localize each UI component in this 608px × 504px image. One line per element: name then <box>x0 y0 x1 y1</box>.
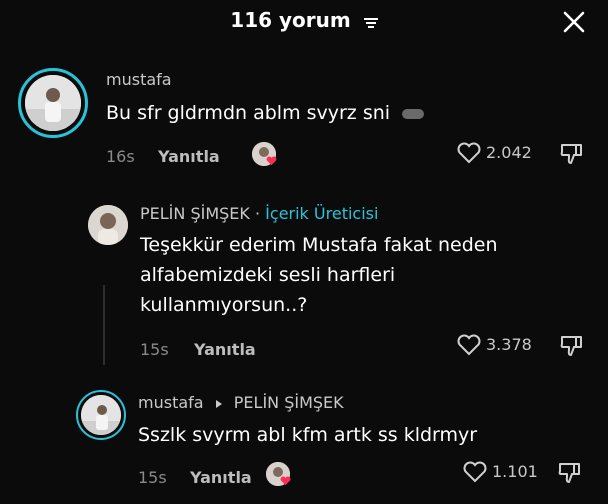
close-icon[interactable] <box>558 6 590 38</box>
creator-badge: İçerik Üreticisi <box>265 204 379 223</box>
reply-button[interactable]: Yanıtla <box>158 147 220 166</box>
heart-outline-icon[interactable] <box>462 460 488 488</box>
heart-outline-icon[interactable] <box>456 333 482 361</box>
like-count: 3.378 <box>486 335 532 354</box>
avatar[interactable] <box>18 68 88 138</box>
reply-arrow-icon <box>215 394 223 413</box>
heart-outline-icon[interactable] <box>456 141 482 169</box>
reply-button[interactable]: Yanıtla <box>190 468 252 487</box>
thread-line <box>103 285 105 365</box>
comment-text: Teşekkür ederim Mustafa fakat neden alfa… <box>140 230 498 320</box>
avatar[interactable] <box>76 390 126 440</box>
dislike-icon[interactable] <box>556 459 584 491</box>
comment-username-line: mustafa PELİN ŞİMŞEK <box>138 393 344 413</box>
comment-username-line: PELİN ŞİMŞEK · İçerik Üreticisi <box>140 204 378 223</box>
dislike-icon[interactable] <box>558 140 586 172</box>
dislike-icon[interactable] <box>558 332 586 364</box>
like-count: 1.101 <box>492 462 538 481</box>
comment-time: 15s <box>140 340 169 359</box>
comments-header: 116 yorum <box>0 8 608 34</box>
comment-text: Sszlk svyrm abl kfm artk ss kldrmyr <box>138 424 478 446</box>
comment-text: Bu sfr gldrmdn ablm svyrz sni <box>106 98 425 128</box>
separator-dot: · <box>254 204 261 223</box>
creator-liked-icon <box>266 462 291 486</box>
comment-username[interactable]: mustafa <box>106 70 172 89</box>
comment-username[interactable]: PELİN ŞİMŞEK <box>140 204 250 223</box>
comment-text-line: alfabemizdeki sesli harfleri <box>140 264 396 286</box>
reply-to-username[interactable]: PELİN ŞİMŞEK <box>234 393 344 412</box>
comment-text-line: kullanmıyorsun..? <box>140 294 308 316</box>
reply-button[interactable]: Yanıtla <box>194 340 256 359</box>
comment-time: 15s <box>138 468 167 487</box>
like-count: 2.042 <box>486 143 532 162</box>
comment-text-line: Teşekkür ederim Mustafa fakat neden <box>140 234 498 256</box>
comment-time: 16s <box>106 147 135 166</box>
creator-liked-icon <box>252 142 277 166</box>
comment-text-content: Bu sfr gldrmdn ablm svyrz sni <box>106 102 391 124</box>
filter-icon[interactable] <box>363 10 378 34</box>
emoji-icon <box>402 108 425 119</box>
avatar[interactable] <box>88 205 128 245</box>
comment-count-title: 116 yorum <box>230 8 351 32</box>
comment-username[interactable]: mustafa <box>138 393 204 412</box>
